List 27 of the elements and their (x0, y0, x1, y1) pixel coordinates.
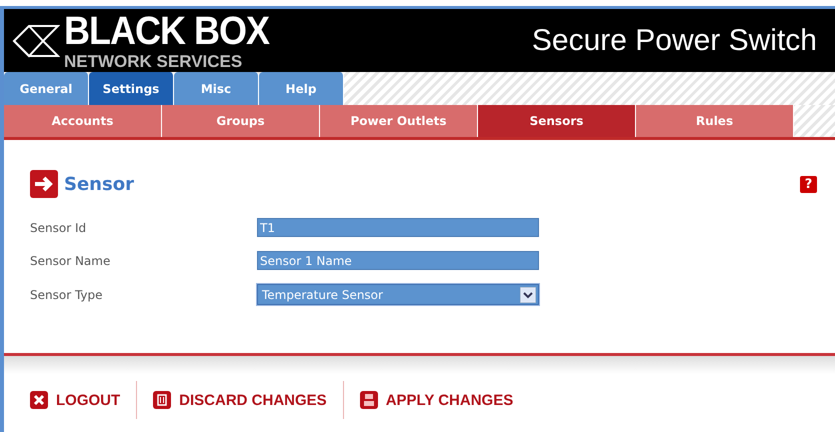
sub-tab[interactable]: Accounts (4, 105, 162, 137)
close-icon (30, 391, 48, 409)
text-field[interactable]: T1 (257, 218, 539, 237)
field-label: Sensor Id (30, 220, 88, 234)
field-label: Sensor Name (30, 254, 112, 268)
logo-subtitle: NETWORK SERVICES (64, 52, 244, 72)
main-tab[interactable]: Help (259, 72, 344, 105)
type-dropdown[interactable]: Temperature Sensor (257, 284, 539, 305)
main-tab[interactable]: Misc (174, 72, 259, 105)
main-tab[interactable]: General (4, 72, 89, 105)
action-link[interactable]: LOGOUT (30, 391, 120, 409)
logo-diamond-icon (12, 24, 60, 58)
sub-tab[interactable]: Sensors (478, 105, 636, 137)
sub-tab[interactable]: Power Outlets (320, 105, 478, 137)
logo-name: BLACK BOX (64, 7, 269, 54)
section-title: Sensor (64, 174, 135, 194)
field-label: Sensor Type (30, 288, 104, 302)
action-link[interactable]: DISCARD CHANGES (153, 391, 327, 409)
main-tab[interactable]: Settings (89, 72, 174, 105)
sub-tab[interactable]: Rules (636, 105, 794, 137)
action-link[interactable]: APPLY CHANGES (360, 391, 514, 409)
sub-tab[interactable]: Groups (162, 105, 320, 137)
text-field[interactable]: Sensor 1 Name (257, 251, 539, 270)
help-icon[interactable]: ? (800, 176, 817, 192)
trash-icon (153, 391, 172, 409)
chevron-down-icon (520, 286, 536, 302)
product-title: Secure Power Switch (532, 24, 817, 58)
